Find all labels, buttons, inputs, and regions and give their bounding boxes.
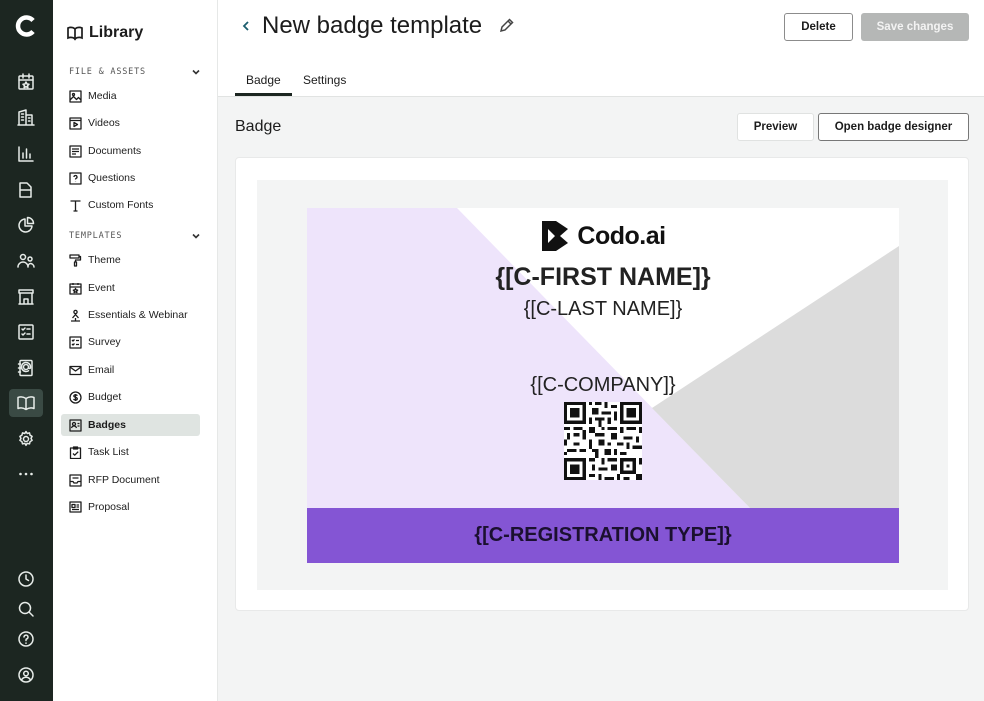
account-icon[interactable] bbox=[14, 663, 38, 687]
app-rail bbox=[0, 0, 53, 701]
qr-code bbox=[564, 402, 642, 480]
library-sidebar: Library FILE & ASSETS Media Videos Docum… bbox=[53, 0, 218, 701]
task-icon bbox=[69, 445, 82, 459]
inbox-icon bbox=[69, 473, 82, 487]
video-icon bbox=[69, 116, 82, 130]
more-icon[interactable] bbox=[14, 462, 38, 486]
tab-badge[interactable]: Badge bbox=[246, 73, 281, 87]
contact-book-icon[interactable] bbox=[14, 356, 38, 380]
badge-registration-type: {[C-REGISTRATION TYPE]} bbox=[307, 508, 899, 563]
preview-button[interactable]: Preview bbox=[737, 113, 814, 141]
badge-preview[interactable]: Codo.ai {[C-FIRST NAME]} {[C-LAST NAME]}… bbox=[307, 208, 899, 563]
chevron-down-icon bbox=[192, 69, 200, 75]
search-icon[interactable] bbox=[14, 597, 38, 621]
history-icon[interactable] bbox=[14, 567, 38, 591]
mail-icon bbox=[69, 365, 82, 375]
sidebar-item-event[interactable]: Event bbox=[61, 277, 200, 299]
sidebar-item-proposal[interactable]: Proposal bbox=[61, 496, 200, 518]
sidebar-item-theme[interactable]: Theme bbox=[61, 249, 200, 271]
library-icon[interactable] bbox=[9, 389, 43, 417]
edit-title-button[interactable] bbox=[498, 17, 516, 35]
sidebar-item-documents[interactable]: Documents bbox=[61, 140, 200, 162]
badge-canvas: Codo.ai {[C-FIRST NAME]} {[C-LAST NAME]}… bbox=[257, 180, 948, 590]
sidebar-item-survey[interactable]: Survey bbox=[61, 331, 200, 353]
proposal-icon bbox=[69, 500, 82, 513]
page-title: New badge template bbox=[262, 12, 483, 39]
delete-button[interactable]: Delete bbox=[784, 13, 853, 41]
gear-icon[interactable] bbox=[14, 427, 38, 451]
document-icon bbox=[69, 144, 82, 158]
tab-settings[interactable]: Settings bbox=[303, 73, 346, 87]
section-title: Badge bbox=[235, 118, 282, 135]
survey-icon bbox=[69, 335, 82, 349]
image-icon bbox=[69, 89, 82, 103]
folder-icon[interactable] bbox=[14, 178, 38, 202]
chevron-left-icon bbox=[242, 21, 249, 31]
badge-brand: Codo.ai bbox=[307, 220, 899, 252]
app-logo-icon[interactable] bbox=[13, 12, 41, 40]
pie-chart-icon[interactable] bbox=[14, 213, 38, 237]
badge-last-name: {[C-LAST NAME]} bbox=[523, 298, 683, 320]
section-file-assets[interactable]: FILE & ASSETS bbox=[69, 67, 201, 77]
pencil-icon bbox=[499, 18, 514, 33]
sidebar-item-videos[interactable]: Videos bbox=[61, 112, 200, 134]
calendar-star-icon[interactable] bbox=[14, 70, 38, 94]
calendar-star-icon bbox=[69, 282, 82, 295]
book-icon bbox=[67, 26, 83, 41]
question-icon bbox=[69, 171, 82, 185]
store-icon[interactable] bbox=[14, 285, 38, 309]
badge-company: {[C-COMPANY]} bbox=[530, 374, 676, 396]
badge-first-name: {[C-FIRST NAME]} bbox=[495, 263, 711, 291]
users-icon[interactable] bbox=[14, 249, 38, 273]
sidebar-item-task-list[interactable]: Task List bbox=[61, 441, 200, 463]
save-changes-button[interactable]: Save changes bbox=[861, 13, 969, 41]
sidebar-item-media[interactable]: Media bbox=[61, 85, 200, 107]
sidebar-item-essentials-webinar[interactable]: Essentials & Webinar bbox=[61, 304, 200, 326]
active-tab-indicator bbox=[235, 93, 292, 96]
codo-logo-icon bbox=[542, 221, 569, 251]
badge-icon bbox=[69, 418, 82, 432]
section-templates[interactable]: TEMPLATES bbox=[69, 231, 201, 241]
open-badge-designer-button[interactable]: Open badge designer bbox=[818, 113, 969, 141]
presenter-icon bbox=[71, 309, 80, 322]
checklist-icon[interactable] bbox=[14, 320, 38, 344]
sidebar-item-badges[interactable]: Badges bbox=[61, 414, 200, 436]
sidebar-item-questions[interactable]: Questions bbox=[61, 167, 200, 189]
font-icon bbox=[70, 199, 81, 212]
sidebar-title: Library bbox=[67, 24, 143, 42]
sidebar-item-rfp-document[interactable]: RFP Document bbox=[61, 469, 200, 491]
dollar-icon bbox=[69, 390, 82, 404]
back-button[interactable] bbox=[240, 18, 254, 36]
sidebar-item-email[interactable]: Email bbox=[61, 359, 200, 381]
sidebar-item-budget[interactable]: Budget bbox=[61, 386, 200, 408]
paint-roller-icon bbox=[69, 253, 82, 267]
sidebar-item-custom-fonts[interactable]: Custom Fonts bbox=[61, 194, 200, 216]
badge-card: Codo.ai {[C-FIRST NAME]} {[C-LAST NAME]}… bbox=[235, 157, 969, 611]
chevron-down-icon bbox=[192, 233, 200, 239]
bar-chart-icon[interactable] bbox=[14, 142, 38, 166]
help-icon[interactable] bbox=[14, 627, 38, 651]
page-header: New badge template Delete Save changes B… bbox=[218, 0, 984, 97]
building-icon[interactable] bbox=[14, 106, 38, 130]
